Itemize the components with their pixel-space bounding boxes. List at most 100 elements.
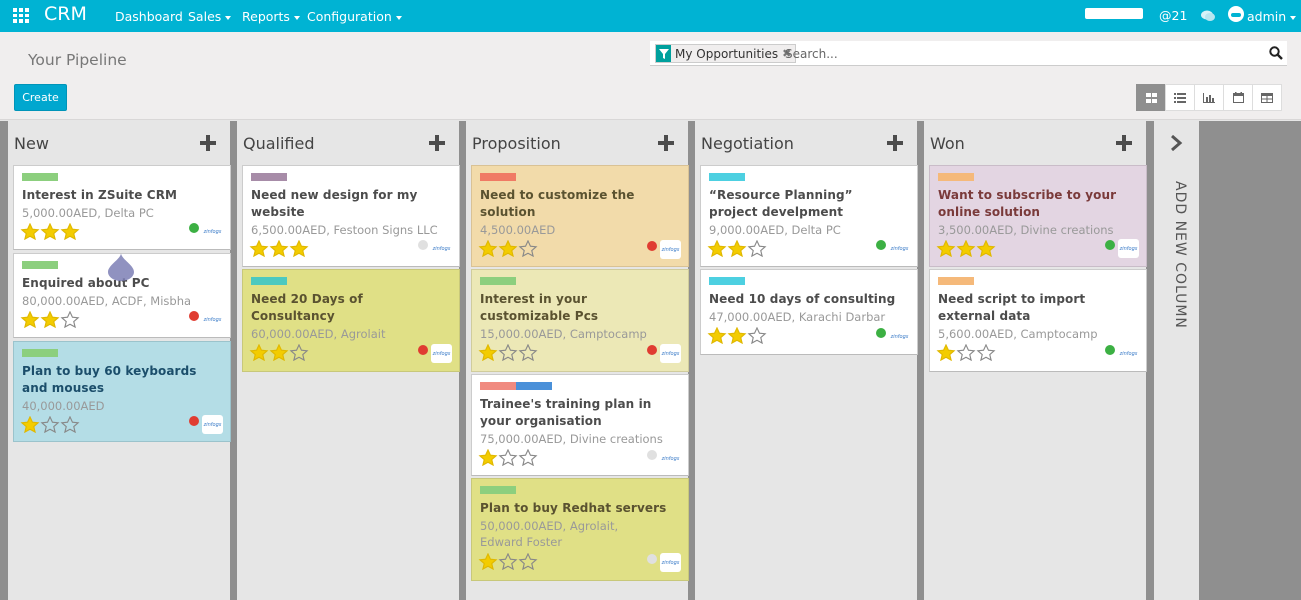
status-dot[interactable] <box>647 345 657 355</box>
star-empty-icon[interactable] <box>498 449 518 466</box>
status-dot[interactable] <box>647 241 657 251</box>
priority-stars[interactable] <box>478 344 538 361</box>
star-empty-icon[interactable] <box>956 344 976 361</box>
star-filled-icon[interactable] <box>976 240 996 257</box>
star-filled-icon[interactable] <box>20 416 40 433</box>
star-empty-icon[interactable] <box>40 416 60 433</box>
star-empty-icon[interactable] <box>60 416 80 433</box>
star-filled-icon[interactable] <box>707 240 727 257</box>
status-dot[interactable] <box>418 240 428 250</box>
kanban-card[interactable]: Need new design for my website 6,500.00A… <box>242 165 460 267</box>
status-dot[interactable] <box>647 554 657 564</box>
kanban-card[interactable]: Plan to buy 60 keyboards and mouses 40,0… <box>13 341 231 442</box>
pivot-view-button[interactable] <box>1252 84 1282 111</box>
priority-stars[interactable] <box>249 344 309 361</box>
star-empty-icon[interactable] <box>518 553 538 570</box>
status-dot[interactable] <box>418 345 428 355</box>
user-menu[interactable]: admin <box>1247 9 1297 24</box>
kanban-view-button[interactable] <box>1136 84 1166 111</box>
kanban-card[interactable]: Plan to buy Redhat servers 50,000.00AED,… <box>471 478 689 581</box>
kanban-card[interactable]: Interest in your customizable Pcs 15,000… <box>471 269 689 372</box>
quick-create-icon[interactable] <box>887 135 903 151</box>
kanban-card[interactable]: Interest in ZSuite CRM 5,000.00AED, Delt… <box>13 165 231 250</box>
priority-stars[interactable] <box>936 344 996 361</box>
star-empty-icon[interactable] <box>60 311 80 328</box>
star-filled-icon[interactable] <box>20 311 40 328</box>
star-empty-icon[interactable] <box>498 553 518 570</box>
status-dot[interactable] <box>876 328 886 338</box>
star-empty-icon[interactable] <box>747 240 767 257</box>
quick-create-icon[interactable] <box>200 135 216 151</box>
search-icon[interactable] <box>1269 46 1283 60</box>
quick-create-icon[interactable] <box>658 135 674 151</box>
list-view-button[interactable] <box>1165 84 1195 111</box>
priority-stars[interactable] <box>20 416 80 433</box>
priority-stars[interactable] <box>478 449 538 466</box>
star-filled-icon[interactable] <box>269 344 289 361</box>
status-dot[interactable] <box>1105 345 1115 355</box>
star-filled-icon[interactable] <box>478 553 498 570</box>
status-dot[interactable] <box>647 450 657 460</box>
priority-stars[interactable] <box>707 240 767 257</box>
priority-stars[interactable] <box>20 311 80 328</box>
priority-stars[interactable] <box>936 240 996 257</box>
kanban-card[interactable]: Need 10 days of consulting 47,000.00AED,… <box>700 269 918 355</box>
quick-create-icon[interactable] <box>1116 135 1132 151</box>
chat-icon[interactable] <box>1201 10 1215 22</box>
kanban-card[interactable]: Need to customize the solution 4,500.00A… <box>471 165 689 267</box>
star-filled-icon[interactable] <box>956 240 976 257</box>
kanban-card[interactable]: Need script to import external data 5,60… <box>929 269 1147 372</box>
star-filled-icon[interactable] <box>936 240 956 257</box>
kanban-card[interactable]: Want to subscribe to your online solutio… <box>929 165 1147 267</box>
star-filled-icon[interactable] <box>727 327 747 344</box>
star-filled-icon[interactable] <box>289 240 309 257</box>
kanban-card[interactable]: Need 20 Days of Consultancy 60,000.00AED… <box>242 269 460 372</box>
quick-create-icon[interactable] <box>429 135 445 151</box>
star-empty-icon[interactable] <box>518 449 538 466</box>
star-filled-icon[interactable] <box>249 344 269 361</box>
star-filled-icon[interactable] <box>269 240 289 257</box>
search-facet[interactable]: My Opportunities ✖ <box>655 44 797 63</box>
apps-grid-icon[interactable] <box>13 8 30 23</box>
menu-dashboard[interactable]: Dashboard <box>115 9 183 24</box>
priority-stars[interactable] <box>20 223 80 240</box>
star-filled-icon[interactable] <box>60 223 80 240</box>
menu-sales[interactable]: Sales <box>188 9 232 24</box>
star-filled-icon[interactable] <box>478 240 498 257</box>
star-empty-icon[interactable] <box>498 344 518 361</box>
star-filled-icon[interactable] <box>249 240 269 257</box>
priority-stars[interactable] <box>478 240 538 257</box>
star-filled-icon[interactable] <box>40 311 60 328</box>
create-button[interactable]: Create <box>14 84 67 111</box>
status-dot[interactable] <box>189 223 199 233</box>
search-input[interactable] <box>785 43 1255 64</box>
star-filled-icon[interactable] <box>707 327 727 344</box>
calendar-view-button[interactable] <box>1223 84 1253 111</box>
star-filled-icon[interactable] <box>727 240 747 257</box>
star-filled-icon[interactable] <box>20 223 40 240</box>
priority-stars[interactable] <box>707 327 767 344</box>
priority-stars[interactable] <box>478 553 538 570</box>
nav-notification-box[interactable] <box>1085 8 1143 19</box>
priority-stars[interactable] <box>249 240 309 257</box>
menu-reports[interactable]: Reports <box>242 9 300 24</box>
star-empty-icon[interactable] <box>289 344 309 361</box>
mentions-counter[interactable]: @21 <box>1159 8 1187 23</box>
star-empty-icon[interactable] <box>976 344 996 361</box>
star-filled-icon[interactable] <box>478 344 498 361</box>
star-filled-icon[interactable] <box>936 344 956 361</box>
star-empty-icon[interactable] <box>747 327 767 344</box>
status-dot[interactable] <box>189 416 199 426</box>
avatar[interactable] <box>1228 6 1244 22</box>
graph-view-button[interactable] <box>1194 84 1224 111</box>
star-empty-icon[interactable] <box>518 240 538 257</box>
status-dot[interactable] <box>1105 240 1115 250</box>
add-new-column[interactable]: ADD NEW COLUMN <box>1154 121 1199 600</box>
star-empty-icon[interactable] <box>518 344 538 361</box>
star-filled-icon[interactable] <box>40 223 60 240</box>
kanban-card[interactable]: Trainee's training plan in your organisa… <box>471 374 689 476</box>
menu-configuration[interactable]: Configuration <box>307 9 402 24</box>
star-filled-icon[interactable] <box>498 240 518 257</box>
kanban-card[interactable]: “Resource Planning” project develpment 9… <box>700 165 918 267</box>
status-dot[interactable] <box>189 311 199 321</box>
